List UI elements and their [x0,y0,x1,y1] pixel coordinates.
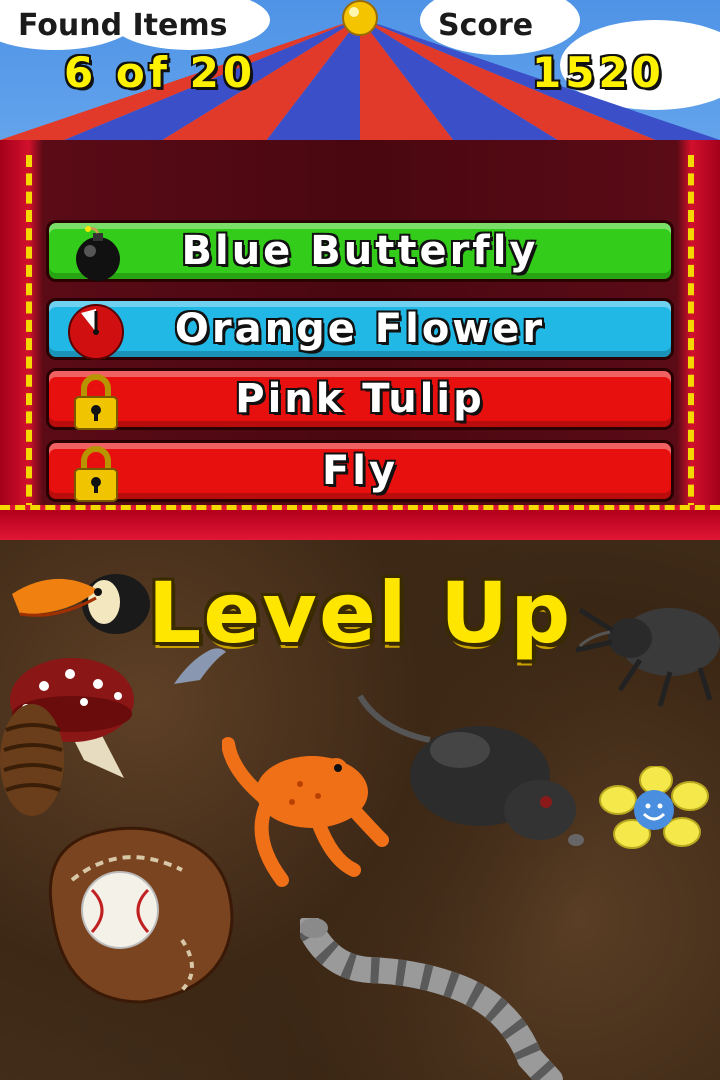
rat-object[interactable] [340,690,590,870]
item-label: Blue Butterfly [181,228,539,274]
item-label: Fly [321,448,399,494]
game-screen: Found Items 6 of 20 Score 1520 Blue Butt… [0,0,720,1080]
item-row-blue-butterfly[interactable]: Blue Butterfly [46,220,674,282]
item-row-pink-tulip[interactable]: Pink Tulip [46,368,674,430]
flower-object[interactable] [598,766,714,852]
lock-icon [74,374,118,430]
baseball-glove-object[interactable] [32,820,242,1010]
item-label: Pink Tulip [235,376,485,422]
snake-object[interactable] [300,918,620,1080]
booth-counter [0,505,720,540]
lizard-object[interactable] [170,640,230,690]
play-field[interactable]: Level Up [0,540,720,1080]
lock-icon [74,446,118,502]
pinecone-object[interactable] [0,700,70,820]
bomb-icon [76,226,120,281]
score-value: 1520 [532,48,665,97]
item-label: Orange Flower [174,306,546,352]
found-items-counter: 6 of 20 [64,48,257,97]
clock-icon [68,304,124,360]
item-row-orange-flower[interactable]: Orange Flower [46,298,674,360]
score-label: Score [438,8,534,43]
top-screen: Found Items 6 of 20 Score 1520 Blue Butt… [0,0,720,540]
item-row-fly[interactable]: Fly [46,440,674,502]
found-items-label: Found Items [18,8,228,43]
